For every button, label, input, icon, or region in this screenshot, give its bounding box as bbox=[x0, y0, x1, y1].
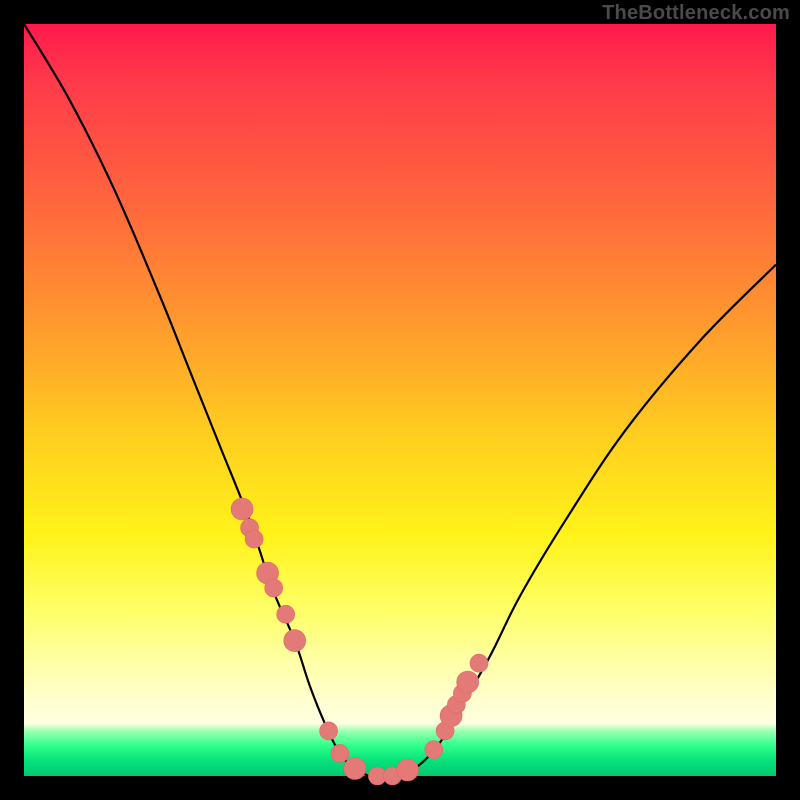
bottleneck-curve bbox=[24, 24, 776, 777]
plot-area bbox=[24, 24, 776, 776]
marker-group bbox=[231, 498, 488, 785]
data-marker bbox=[245, 530, 263, 548]
chart-frame: TheBottleneck.com bbox=[0, 0, 800, 800]
data-marker bbox=[284, 630, 306, 652]
curve-svg bbox=[24, 24, 776, 776]
data-marker bbox=[344, 758, 366, 780]
data-marker bbox=[397, 759, 419, 781]
data-marker bbox=[470, 654, 488, 672]
data-marker bbox=[331, 744, 349, 762]
watermark-text: TheBottleneck.com bbox=[602, 2, 790, 25]
data-marker bbox=[457, 671, 479, 693]
data-marker bbox=[277, 605, 295, 623]
data-marker bbox=[231, 498, 253, 520]
data-marker bbox=[425, 741, 443, 759]
data-marker bbox=[320, 722, 338, 740]
data-marker bbox=[265, 579, 283, 597]
